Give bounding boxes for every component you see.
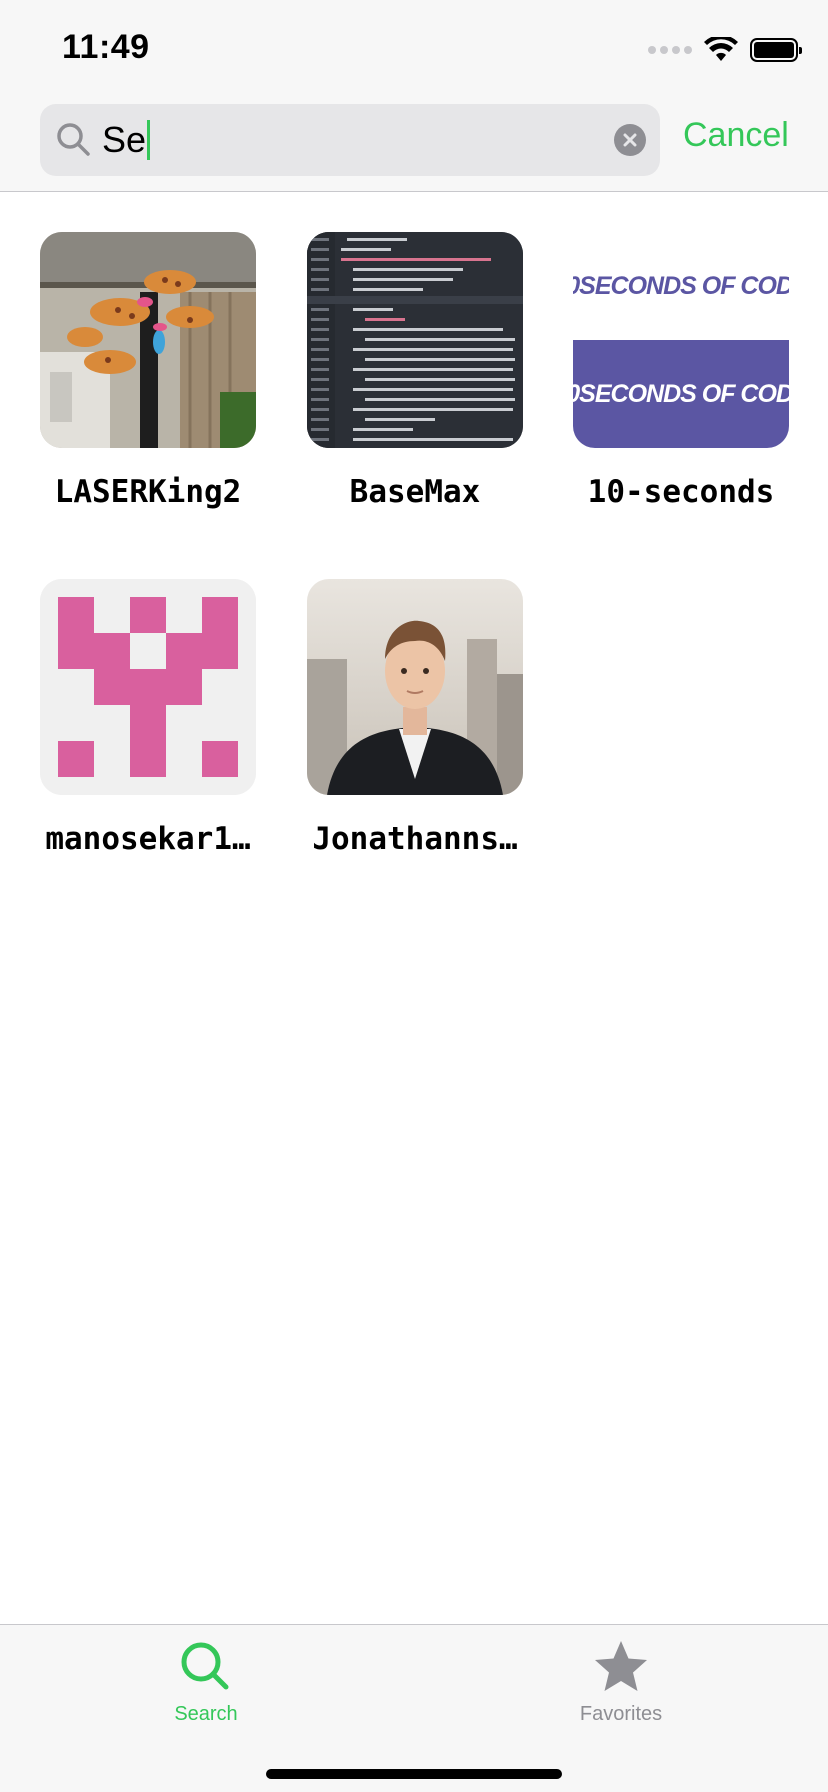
status-time: 11:49	[62, 28, 150, 66]
search-bar[interactable]: Se	[40, 104, 660, 176]
result-name: LASERKing2	[54, 474, 242, 510]
logo-text: 30SECONDS OF CODE	[573, 271, 789, 300]
user-avatar	[40, 579, 256, 795]
tab-search-label: Search	[174, 1703, 238, 1725]
clear-search-button[interactable]	[614, 124, 646, 156]
tab-favorites[interactable]: Favorites	[541, 1637, 701, 1726]
result-item[interactable]: manosekar1…	[40, 579, 256, 857]
user-avatar	[307, 232, 523, 448]
user-avatar	[40, 232, 256, 448]
tab-search[interactable]: Search	[126, 1637, 286, 1726]
wifi-icon	[704, 37, 738, 61]
result-item[interactable]: BaseMax	[307, 232, 523, 510]
logo-text: 30SECONDS OF CODE	[573, 379, 789, 408]
tab-favorites-label: Favorites	[579, 1703, 663, 1725]
clear-x-icon	[623, 133, 637, 147]
tab-bar: Search Favorites	[0, 1624, 828, 1792]
result-item[interactable]: 30SECONDS OF CODE 30SECONDS OF CODE 10-s…	[573, 232, 789, 510]
search-input-text: Se	[102, 120, 151, 160]
star-icon	[595, 1641, 647, 1691]
home-indicator	[266, 1769, 562, 1779]
user-avatar: 30SECONDS OF CODE 30SECONDS OF CODE	[573, 232, 789, 448]
search-icon	[181, 1642, 229, 1690]
result-name: Jonathanns…	[312, 821, 518, 857]
user-avatar	[307, 579, 523, 795]
result-name: 10-seconds	[587, 474, 775, 510]
result-item[interactable]: Jonathanns…	[307, 579, 523, 857]
cellular-signal-icon	[648, 46, 692, 54]
text-caret	[147, 120, 151, 160]
result-item[interactable]: LASERKing2	[40, 232, 256, 510]
search-icon	[57, 123, 90, 156]
top-bar: 11:49 Se Cancel	[0, 0, 828, 192]
battery-icon	[750, 38, 802, 62]
status-indicators	[648, 36, 802, 64]
result-name: manosekar1…	[45, 821, 251, 857]
cancel-button[interactable]: Cancel	[683, 116, 789, 155]
result-name: BaseMax	[349, 474, 481, 510]
